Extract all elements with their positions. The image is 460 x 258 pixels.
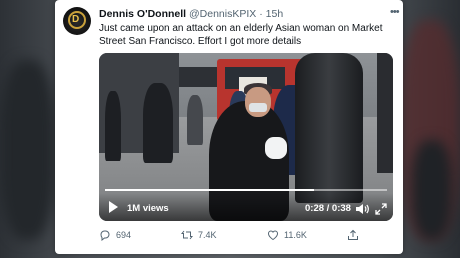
reply-icon xyxy=(100,230,110,241)
background-shadow-right xyxy=(412,140,452,240)
like-count: 11.6K xyxy=(284,230,307,240)
play-icon[interactable] xyxy=(109,201,118,213)
video-frame-lamp-post xyxy=(295,53,363,203)
header-separator: · xyxy=(259,8,263,20)
reply-button[interactable]: 694 xyxy=(99,229,131,241)
author-name[interactable]: Dennis O'Donnell xyxy=(99,8,186,20)
video-frame-pole xyxy=(377,53,393,173)
video-scrubber-progress xyxy=(105,189,314,191)
video-frame-woman-face xyxy=(245,87,271,117)
avatar[interactable]: D xyxy=(63,7,91,35)
video-frame-person xyxy=(187,95,203,145)
retweet-count: 7.4K xyxy=(198,230,217,240)
volume-icon[interactable] xyxy=(355,203,369,215)
retweet-button[interactable]: 7.4K xyxy=(181,229,217,241)
tweet-card[interactable]: D Dennis O'Donnell @DennisKPIX · 15h •••… xyxy=(55,0,403,254)
like-button[interactable]: 11.6K xyxy=(267,229,307,241)
tweet-text: Just came upon an attack on an elderly A… xyxy=(99,23,383,47)
heart-icon xyxy=(267,230,279,241)
video-frame-cloth xyxy=(265,137,287,159)
reply-count: 694 xyxy=(116,230,132,240)
tweet-actions: 694 7.4K 11.6K xyxy=(99,229,399,245)
video-frame-person xyxy=(143,83,173,163)
expand-icon[interactable] xyxy=(375,203,387,215)
video-frame-face-mask xyxy=(249,103,267,112)
retweet-icon xyxy=(181,230,193,240)
video-frame-person xyxy=(105,91,121,161)
share-icon xyxy=(348,229,358,240)
share-button[interactable] xyxy=(347,229,359,241)
video-timecode: 0:28 / 0:38 xyxy=(305,203,351,214)
background-figure-left xyxy=(0,60,55,240)
video-player[interactable]: 1M views 0:28 / 0:38 xyxy=(99,53,393,221)
tweet-header: Dennis O'Donnell @DennisKPIX · 15h xyxy=(99,8,283,20)
avatar-logo-glyph: D xyxy=(72,14,80,25)
video-views: 1M views xyxy=(127,203,169,214)
author-handle[interactable]: @DennisKPIX xyxy=(189,8,256,20)
more-icon[interactable]: ••• xyxy=(390,6,400,18)
tweet-timestamp[interactable]: 15h xyxy=(266,8,284,20)
video-scrubber[interactable] xyxy=(105,189,387,191)
